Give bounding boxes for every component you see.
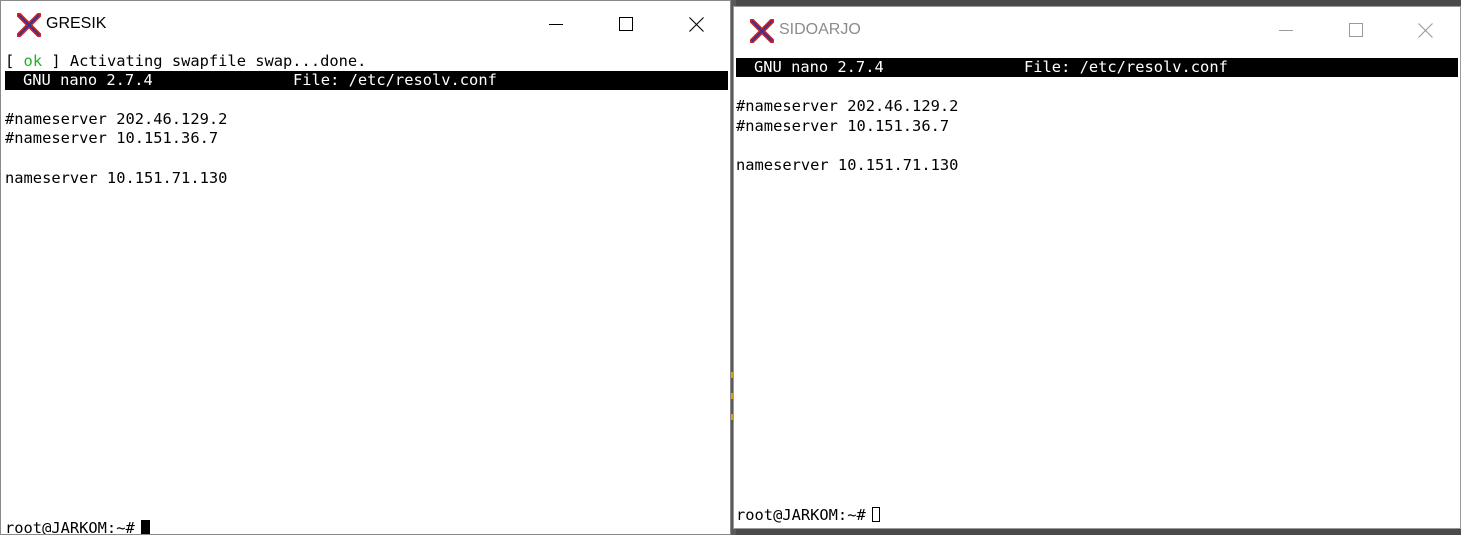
minimize-button[interactable] xyxy=(1251,7,1321,53)
file-line: #nameserver 202.46.129.2 xyxy=(5,110,228,128)
boot-status-line: [ ok ] Activating swapfile swap...done. xyxy=(5,52,366,71)
window-title: SIDOARJO xyxy=(779,21,861,38)
close-button[interactable] xyxy=(1390,7,1460,53)
nano-version: GNU nano 2.7.4 xyxy=(23,71,153,89)
shell-prompt-line[interactable]: root@JARKOM:~# xyxy=(5,519,150,535)
maximize-icon xyxy=(619,17,633,31)
nano-file-name: File: /etc/resolv.conf xyxy=(293,71,497,89)
terminal-window-gresik[interactable]: GRESIK [ ok ] Activating swapfile swap..… xyxy=(0,0,731,535)
bracket-open: [ xyxy=(5,52,24,70)
terminal-window-sidoarjo[interactable]: SIDOARJO GNU nano 2.7.4 File: /etc/resol… xyxy=(733,6,1461,529)
status-ok: ok xyxy=(23,52,43,70)
terminal-screen[interactable]: [ ok ] Activating swapfile swap...done. … xyxy=(5,49,728,534)
shell-prompt: root@JARKOM:~# xyxy=(5,519,135,535)
close-icon xyxy=(689,17,704,32)
shell-prompt: root@JARKOM:~# xyxy=(736,506,866,524)
window-title: GRESIK xyxy=(46,15,107,32)
nano-file-name: File: /etc/resolv.conf xyxy=(1024,58,1228,76)
x-terminal-icon xyxy=(750,19,774,43)
file-line: #nameserver 10.151.36.7 xyxy=(736,117,950,135)
title-bar[interactable]: GRESIK xyxy=(1,1,730,47)
text-cursor xyxy=(140,520,150,534)
nano-version: GNU nano 2.7.4 xyxy=(754,58,884,76)
file-line: nameserver 10.151.71.130 xyxy=(5,169,228,187)
close-icon xyxy=(1418,23,1433,38)
text-cursor xyxy=(871,507,880,522)
file-line: nameserver 10.151.71.130 xyxy=(736,156,959,174)
maximize-button[interactable] xyxy=(591,1,661,47)
maximize-icon xyxy=(1349,23,1363,37)
nano-header-bar: GNU nano 2.7.4 File: /etc/resolv.conf xyxy=(5,71,728,90)
minimize-button[interactable] xyxy=(521,1,591,47)
file-line: #nameserver 10.151.36.7 xyxy=(5,129,219,147)
maximize-button[interactable] xyxy=(1321,7,1391,53)
title-bar[interactable]: SIDOARJO xyxy=(734,7,1460,53)
x-terminal-icon xyxy=(17,13,41,37)
nano-header-bar: GNU nano 2.7.4 File: /etc/resolv.conf xyxy=(736,58,1458,77)
bracket-close: ] xyxy=(42,52,61,70)
terminal-screen[interactable]: GNU nano 2.7.4 File: /etc/resolv.conf #n… xyxy=(736,53,1458,528)
minimize-icon xyxy=(549,24,563,25)
minimize-icon xyxy=(1279,30,1293,31)
file-line: #nameserver 202.46.129.2 xyxy=(736,97,959,115)
shell-prompt-line[interactable]: root@JARKOM:~# xyxy=(736,506,880,525)
close-button[interactable] xyxy=(661,1,730,47)
boot-message: Activating swapfile swap...done. xyxy=(60,52,367,70)
